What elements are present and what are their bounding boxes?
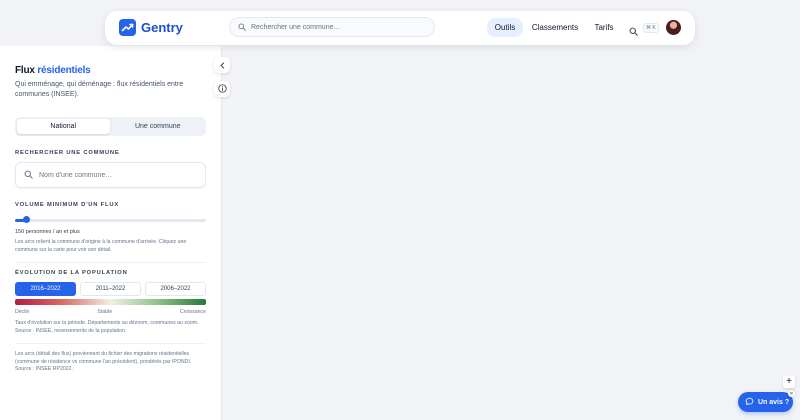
tab-national[interactable]: National xyxy=(17,119,110,134)
search-icon[interactable] xyxy=(629,23,638,41)
evolution-color-scale xyxy=(15,299,206,305)
period-2016-2022[interactable]: 2016–2022 xyxy=(15,282,76,296)
chat-bubble-icon xyxy=(745,397,754,408)
tab-une-commune[interactable]: Une commune xyxy=(112,119,205,134)
color-scale-labels: Déclin Stable Croissance xyxy=(15,309,206,315)
evolution-hint: Taux d'évolution sur la période. Départe… xyxy=(15,320,199,334)
volume-section-label: VOLUME MINIMUM D'UN FLUX xyxy=(15,202,119,208)
volume-value-text: 150 personnes / an et plus xyxy=(15,229,80,235)
search-section-label: RECHERCHER UNE COMMUNE xyxy=(15,150,120,156)
commune-search-input[interactable] xyxy=(39,171,189,179)
panel-title-part2: résidentiels xyxy=(37,65,91,76)
collapse-panel-button[interactable] xyxy=(214,57,230,73)
zoom-in-button[interactable]: + xyxy=(783,376,795,388)
close-icon[interactable]: ✕ xyxy=(788,390,795,397)
info-button[interactable] xyxy=(214,81,230,97)
app-name[interactable]: Gentry xyxy=(141,19,183,36)
nav-tarifs[interactable]: Tarifs xyxy=(589,18,619,37)
divider xyxy=(15,343,206,344)
global-search-placeholder: Rechercher une commune… xyxy=(251,23,341,31)
scope-toggle: National Une commune xyxy=(15,117,206,136)
feedback-label: Un avis ? xyxy=(758,398,790,406)
scale-label-decline: Déclin xyxy=(15,309,30,315)
top-navbar: Gentry Rechercher une commune… Outils Cl… xyxy=(105,11,695,45)
scale-label-stable: Stable xyxy=(97,309,113,315)
volume-slider-track xyxy=(15,219,206,222)
scale-label-growth: Croissance xyxy=(180,309,206,315)
divider xyxy=(15,262,206,263)
side-panel: Flux résidentiels Qui emménage, qui démé… xyxy=(0,46,222,420)
nav-classements[interactable]: Classements xyxy=(527,18,583,37)
panel-title: Flux résidentiels xyxy=(15,64,206,78)
volume-hint: Les arcs relient la commune d'origine à … xyxy=(15,239,187,253)
logo-mark[interactable] xyxy=(119,19,136,36)
period-2011-2022[interactable]: 2011–2022 xyxy=(80,282,141,296)
info-icon xyxy=(217,80,227,98)
search-icon xyxy=(238,18,246,36)
global-search[interactable]: Rechercher une commune… xyxy=(229,17,435,37)
plus-icon: + xyxy=(786,376,792,387)
trend-chart-icon xyxy=(119,23,136,40)
evolution-section-label: ÉVOLUTION DE LA POPULATION xyxy=(15,270,128,276)
avatar[interactable] xyxy=(666,20,681,35)
volume-slider-thumb[interactable] xyxy=(22,216,30,223)
panel-description: Qui emménage, qui déménage : flux réside… xyxy=(15,81,184,98)
period-selector: 2016–2022 2011–2022 2006–2022 xyxy=(15,282,206,296)
period-2006-2022[interactable]: 2006–2022 xyxy=(145,282,206,296)
map-canvas[interactable] xyxy=(222,0,800,420)
feedback-button[interactable]: Un avis ? xyxy=(738,392,793,412)
volume-slider[interactable] xyxy=(15,216,206,224)
commune-search-box[interactable] xyxy=(15,162,206,188)
chevron-left-icon xyxy=(219,56,226,74)
search-icon xyxy=(24,166,33,184)
nav-outils[interactable]: Outils xyxy=(487,18,523,37)
panel-title-part1: Flux xyxy=(15,65,35,76)
search-shortcut-hint: ⌘ K xyxy=(643,23,659,33)
footer-note: Les arcs (détail des flux) proviennent d… xyxy=(15,351,192,372)
